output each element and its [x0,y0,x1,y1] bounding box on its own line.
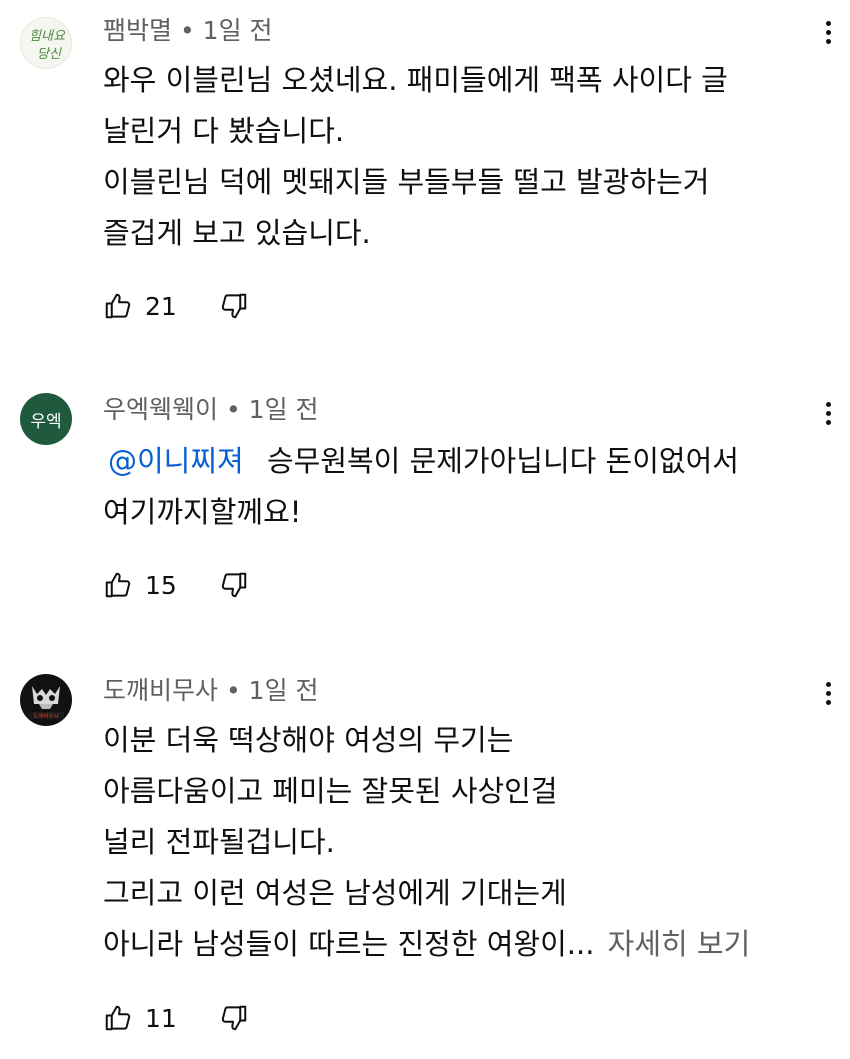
avatar[interactable]: 도깨비무사 [20,674,72,726]
comment-meta: 도깨비무사 • 1일 전 [103,675,319,707]
dislike-button[interactable] [219,570,249,600]
like-count: 21 [145,291,177,321]
more-vert-icon[interactable] [816,677,840,709]
timestamp[interactable]: 1일 전 [249,676,319,705]
like-icon [103,291,133,321]
comment-line: 널리 전파될겁니다. [103,825,335,859]
comment-line: 이분 더욱 떡상해야 여성의 무기는 [103,723,514,757]
author-name[interactable]: 팸박멸 [103,16,172,45]
comment-line: 날린거 다 봤습니다. [103,114,345,148]
meta-separator: • [225,395,241,424]
like-icon [103,570,133,600]
comment-line-text: 승무원복이 문제가아닙니다 돈이없어서 [266,444,739,478]
avatar-text: 우엑 [30,411,62,432]
comment-line: 그리고 이런 여성은 남성에게 기대는게 [103,876,567,910]
comment-line: 이블린님 덕에 멧돼지들 부들부들 떨고 발광하는거 [103,165,710,199]
avatar[interactable]: 우엑 [20,393,72,445]
comment-line-text: 아니라 남성들이 따르는 진정한 여왕이... [103,927,595,961]
comment-meta: 팸박멸 • 1일 전 [103,15,273,47]
dislike-icon [219,291,249,321]
comment-line: 와우 이블린님 오셨네요. 패미들에게 팩폭 사이다 글 [103,63,728,97]
mention-link[interactable]: @이니찌져 [108,444,244,478]
dislike-icon [219,1003,249,1033]
comment-line: 아니라 남성들이 따르는 진정한 여왕이... 자세히 보기 [103,919,833,970]
comment-line: 아름다움이고 페미는 잘못된 사상인걸 [103,774,558,808]
like-button[interactable]: 21 [103,291,205,321]
like-button[interactable]: 15 [103,570,205,600]
dislike-button[interactable] [219,291,249,321]
comment-line: 여기까지할께요! [103,495,302,529]
comment-actions: 21 [103,288,249,324]
comment-line: @이니찌져 승무원복이 문제가아닙니다 돈이없어서 [103,436,833,487]
like-count: 11 [145,1003,177,1033]
comment-text: @이니찌져 승무원복이 문제가아닙니다 돈이없어서 여기까지할께요! [103,436,833,538]
avatar[interactable]: 힘내요 당신 [20,17,72,69]
dislike-button[interactable] [219,1003,249,1033]
comment-line: 즐겁게 보고 있습니다. [103,216,371,250]
avatar-text: 도깨비무사 [33,712,58,720]
comment-actions: 11 [103,1000,249,1036]
avatar-text: 당신 [37,47,62,62]
demon-mask-icon: 도깨비무사 [28,686,64,720]
author-name[interactable]: 도깨비무사 [103,676,218,705]
comment-actions: 15 [103,567,249,603]
comment-text: 이분 더욱 떡상해야 여성의 무기는 아름다움이고 페미는 잘못된 사상인걸 널… [103,715,833,970]
author-name[interactable]: 우엑웩웩이 [103,395,218,424]
comment-meta: 우엑웩웩이 • 1일 전 [103,394,319,426]
more-vert-icon[interactable] [816,16,840,48]
read-more-link[interactable]: 자세히 보기 [608,927,751,961]
comment-text: 와우 이블린님 오셨네요. 패미들에게 팩폭 사이다 글 날린거 다 봤습니다.… [103,55,833,259]
meta-separator: • [225,676,241,705]
more-vert-icon[interactable] [816,397,840,429]
timestamp[interactable]: 1일 전 [203,16,273,45]
like-button[interactable]: 11 [103,1003,205,1033]
timestamp[interactable]: 1일 전 [249,395,319,424]
like-count: 15 [145,570,177,600]
like-icon [103,1003,133,1033]
avatar-text: 힘내요 [29,29,66,44]
dislike-icon [219,570,249,600]
meta-separator: • [179,16,195,45]
